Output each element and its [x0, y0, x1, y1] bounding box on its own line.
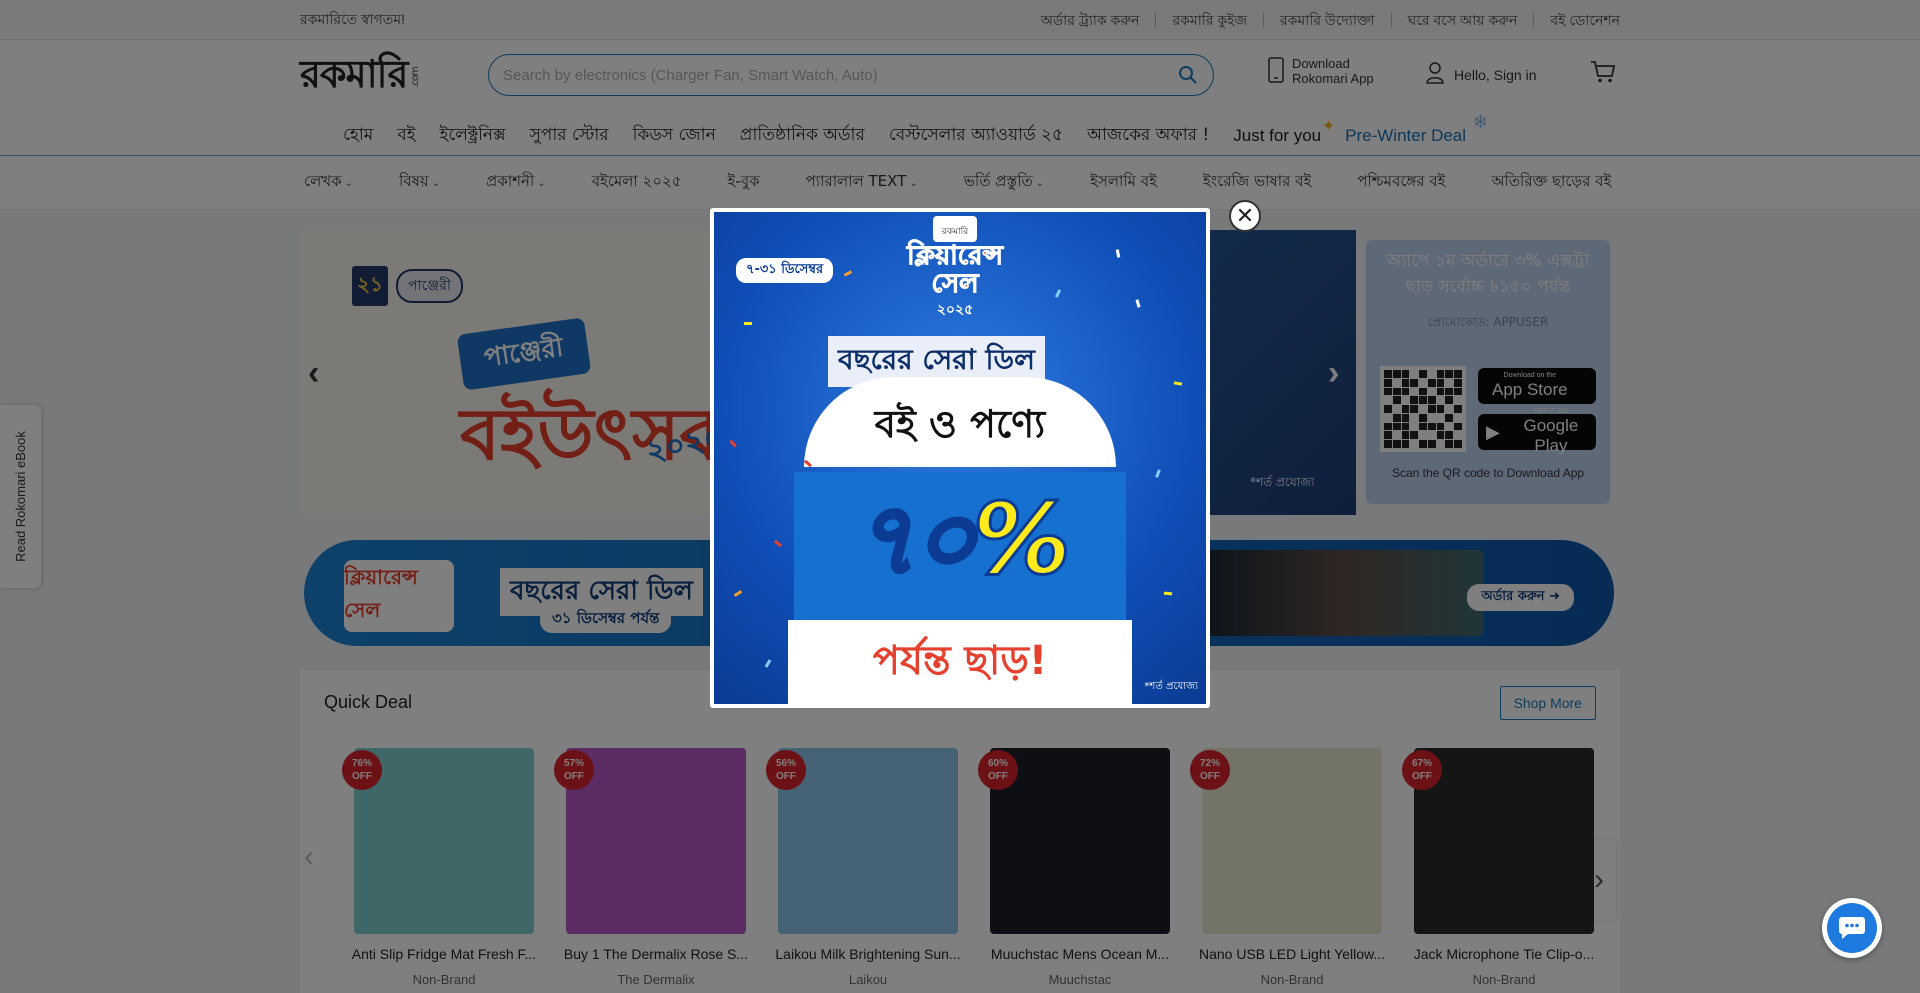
promo-image[interactable]: ৭-৩১ ডিসেম্বর রকমারি ক্লিয়ারেন্স সেল ২০… — [714, 212, 1206, 704]
confetti-piece — [1115, 249, 1121, 258]
close-icon[interactable]: ✕ — [1229, 200, 1261, 232]
promo-dome: বই ও পণ্যে — [804, 377, 1116, 467]
promo-logo: রকমারি ক্লিয়ারেন্স সেল ২০২৫ — [890, 216, 1020, 318]
promo-logo-bag: রকমারি — [933, 216, 977, 242]
confetti-piece — [1155, 469, 1161, 478]
confetti-piece — [764, 659, 772, 668]
confetti-piece — [1173, 381, 1183, 386]
chat-icon — [1827, 903, 1877, 953]
confetti-piece — [843, 270, 853, 277]
promo-bottom-text: পর্যন্ত ছাড়! — [872, 637, 1048, 684]
confetti-piece — [1054, 289, 1062, 298]
confetti-piece — [733, 590, 743, 597]
promo-year: ২০২৫ — [936, 302, 974, 318]
promo-percent: ৭০% — [852, 481, 1073, 598]
confetti-piece — [729, 439, 737, 448]
promo-condition: *শর্ত প্রযোজ্য — [1144, 681, 1198, 692]
chat-button[interactable] — [1822, 898, 1882, 958]
confetti-piece — [1135, 299, 1141, 308]
confetti-piece — [1163, 591, 1173, 596]
confetti-piece — [744, 322, 752, 325]
confetti-piece — [773, 539, 783, 548]
close-glyph: ✕ — [1235, 203, 1255, 228]
promo-sale-text: ক্লিয়ারেন্স সেল — [907, 241, 1004, 299]
promo-sub: বই ও পণ্যে — [874, 402, 1046, 446]
promo-modal: ৭-৩১ ডিসেম্বর রকমারি ক্লিয়ারেন্স সেল ২০… — [710, 208, 1210, 708]
promo-bottom: পর্যন্ত ছাড়! — [788, 620, 1132, 704]
promo-date: ৭-৩১ ডিসেম্বর — [736, 258, 834, 283]
promo-percent-box: ৭০% — [794, 472, 1126, 620]
